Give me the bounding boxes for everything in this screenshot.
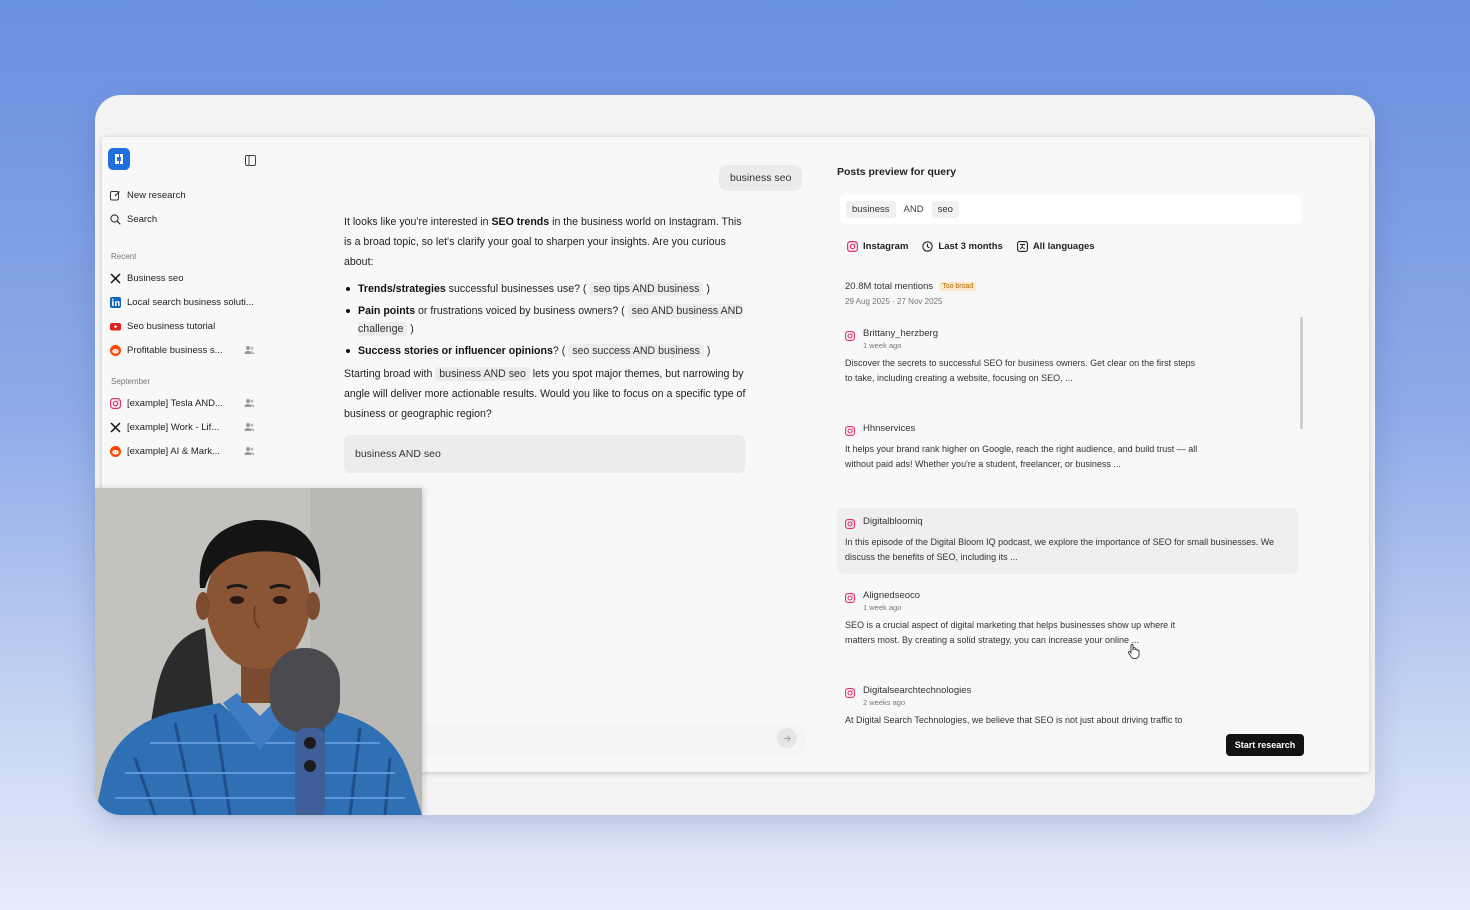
platform-filter[interactable]: Instagram <box>847 241 908 252</box>
query-token[interactable]: seo <box>931 200 959 218</box>
recent-item-local-search[interactable]: Local search business soluti... <box>110 294 255 310</box>
post-card[interactable]: Digitalbloomiq In this episode of the Di… <box>837 508 1298 574</box>
instagram-icon <box>847 241 858 252</box>
recent-item-label: Local search business soluti... <box>127 296 254 308</box>
youtube-icon <box>110 322 121 330</box>
post-card[interactable]: Hhnservices It helps your brand rank hig… <box>837 415 1298 480</box>
query-chip[interactable]: business AND seo <box>435 367 530 381</box>
post-author: Brittany_herzberg <box>863 328 938 339</box>
recent-item-seo-tutorial[interactable]: Seo business tutorial <box>110 318 255 334</box>
post-text: SEO is a crucial aspect of digital marke… <box>845 620 1176 645</box>
search-button[interactable]: Search <box>110 211 255 227</box>
post-text: At Digital Search Technologies, we belie… <box>845 715 1183 725</box>
shared-users-icon <box>244 399 255 407</box>
instagram-icon <box>845 331 855 341</box>
instagram-icon <box>845 688 855 698</box>
webcam-overlay <box>95 488 422 815</box>
assistant-message: It looks like you're interested in SEO t… <box>344 212 749 424</box>
post-text: In this episode of the Digital Bloom IQ … <box>845 537 1275 562</box>
recent-item-business-seo[interactable]: Business seo <box>110 270 255 286</box>
clock-icon <box>922 241 934 252</box>
post-card[interactable]: Digitalsearchtechnologies 2 weeks ago At … <box>837 677 1298 725</box>
search-icon <box>110 213 121 225</box>
query-chip[interactable]: seo success AND business <box>568 344 704 358</box>
query-builder[interactable]: business AND seo <box>840 194 1302 224</box>
sidebar-toggle-icon[interactable] <box>242 152 258 168</box>
september-item-label: [example] Tesla AND... <box>127 397 223 409</box>
new-research-button[interactable]: New research <box>110 187 255 203</box>
x-icon <box>110 272 121 284</box>
bullet-item: Pain points or frustrations voiced by bu… <box>344 302 749 338</box>
september-item-tesla[interactable]: [example] Tesla AND... <box>110 395 255 411</box>
query-token[interactable]: business <box>846 200 896 218</box>
post-text: Discover the secrets to successful SEO f… <box>845 358 1196 383</box>
new-research-label: New research <box>127 189 186 201</box>
mentions-count: 20.8M total mentions <box>845 281 934 292</box>
post-author: Digitalbloomiq <box>863 516 923 527</box>
post-time: 1 week ago <box>863 603 902 612</box>
edit-icon <box>110 190 120 200</box>
platform-filter-label: Instagram <box>863 241 909 252</box>
preview-panel-title: Posts preview for query <box>837 166 957 178</box>
arrow-right-icon <box>783 734 791 742</box>
hand-cursor-icon <box>1127 644 1140 659</box>
post-card[interactable]: Alignedseoco 1 week ago SEO is a crucial … <box>837 582 1298 656</box>
recent-section-label: Recent <box>111 252 137 261</box>
instagram-icon <box>845 593 855 603</box>
preview-scrollbar[interactable] <box>1300 317 1303 429</box>
september-section-label: September <box>111 377 151 386</box>
instagram-icon <box>110 397 121 409</box>
time-range-label: Last 3 months <box>938 241 1003 252</box>
september-item-label: [example] Work - Lif... <box>127 421 220 433</box>
time-range-filter[interactable]: Last 3 months <box>922 241 1003 252</box>
chat-input[interactable] <box>422 725 806 755</box>
query-chip[interactable]: seo tips AND business <box>589 282 704 296</box>
date-range: 29 Aug 2025 - 27 Nov 2025 <box>845 297 943 306</box>
recent-item-label: Business seo <box>127 272 184 284</box>
presenter-video-image <box>95 488 422 815</box>
language-label: All languages <box>1032 241 1095 252</box>
instagram-icon <box>845 426 855 436</box>
september-item-label: [example] AI & Mark... <box>127 445 220 457</box>
recent-item-label: Profitable business s... <box>127 344 223 356</box>
september-item-work-life[interactable]: [example] Work - Lif... <box>110 419 255 435</box>
assistant-bullet-list: Trends/strategies successful businesses … <box>344 280 749 360</box>
assistant-outro: Starting broad with business AND seo let… <box>344 367 746 420</box>
bullet-item: Trends/strategies successful businesses … <box>344 280 749 298</box>
send-button[interactable] <box>777 728 797 748</box>
reddit-icon <box>110 445 121 457</box>
recent-item-label: Seo business tutorial <box>127 320 216 332</box>
user-message-bubble: business seo <box>719 165 803 191</box>
language-icon <box>1016 241 1028 252</box>
post-author: Hhnservices <box>863 423 916 434</box>
instagram-icon <box>845 519 855 529</box>
x-icon <box>110 421 121 433</box>
query-operator[interactable]: AND <box>900 201 928 218</box>
post-author: Alignedseoco <box>863 590 921 601</box>
too-broad-badge: Too broad <box>939 282 977 291</box>
app-logo-icon[interactable] <box>108 148 130 170</box>
shared-users-icon <box>244 346 255 354</box>
september-item-ai-marketing[interactable]: [example] AI & Mark... <box>110 443 255 459</box>
language-filter[interactable]: All languages <box>1016 241 1095 252</box>
reddit-icon <box>110 344 121 356</box>
search-label: Search <box>127 213 158 225</box>
start-research-button[interactable]: Start research <box>1226 734 1304 756</box>
linkedin-icon <box>110 296 121 308</box>
suggested-query-block[interactable]: business AND seo <box>344 435 745 473</box>
post-card[interactable]: Brittany_herzberg 1 week ago Discover the… <box>837 320 1298 394</box>
recent-item-profitable-business[interactable]: Profitable business s... <box>110 342 255 358</box>
total-mentions: 20.8M total mentions Too broad <box>845 281 977 292</box>
filter-bar: Instagram Last 3 months All languages <box>847 241 1095 252</box>
assistant-intro: It looks like you're interested in SEO t… <box>344 216 742 268</box>
post-time: 2 weeks ago <box>863 698 906 707</box>
shared-users-icon <box>244 423 255 431</box>
shared-users-icon <box>244 447 255 455</box>
bullet-item: Success stories or influencer opinions? … <box>344 342 749 360</box>
post-text: It helps your brand rank higher on Googl… <box>845 444 1198 469</box>
post-time: 1 week ago <box>863 341 902 350</box>
post-author: Digitalsearchtechnologies <box>863 685 972 696</box>
